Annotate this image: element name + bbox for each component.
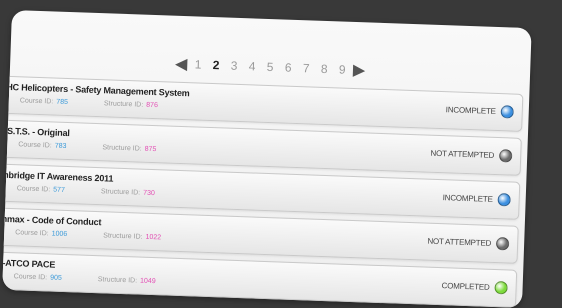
status-dot-icon <box>500 105 514 119</box>
course-id-value: 577 <box>53 186 66 194</box>
structure-id-label: Structure ID: <box>100 188 141 197</box>
page-link-1[interactable]: 1 <box>194 57 201 71</box>
structure-id-value: 1049 <box>139 277 156 286</box>
status-dot-icon <box>495 237 510 251</box>
structure-id-value: 1022 <box>145 233 162 242</box>
structure-id-value: 875 <box>144 145 157 154</box>
course-meta: Course ID: 785 Structure ID: 876 <box>20 97 158 109</box>
course-title: nbridge IT Awareness 2011 <box>3 169 114 184</box>
page-link-4[interactable]: 4 <box>249 59 256 73</box>
prev-page-arrow-icon[interactable]: ◀ <box>175 54 188 74</box>
course-panel: ◀ 1 2 3 4 5 6 7 8 9 ▶ HC Helicopters - S… <box>2 10 532 308</box>
course-meta: Course ID: 577 Structure ID: 730 <box>17 185 155 197</box>
course-status: INCOMPLETE <box>442 193 493 204</box>
page-link-8[interactable]: 8 <box>321 62 328 76</box>
course-id-label: Course ID: <box>18 141 52 150</box>
next-page-arrow-icon[interactable]: ▶ <box>353 60 366 80</box>
structure-id-label: Structure ID: <box>103 100 144 109</box>
course-id-label: Course ID: <box>19 97 54 106</box>
course-id-value: 785 <box>56 98 69 107</box>
structure-id-value: 876 <box>146 101 159 110</box>
course-status: NOT ATTEMPTED <box>430 148 495 160</box>
structure-id-label: Structure ID: <box>103 232 143 241</box>
status-dot-icon <box>498 149 513 163</box>
course-id-value: 783 <box>54 142 67 150</box>
course-id-label: Course ID: <box>16 185 51 194</box>
course-id-label: Course ID: <box>15 229 49 238</box>
course-id-label: Course ID: <box>13 273 48 282</box>
page-link-3[interactable]: 3 <box>231 59 238 73</box>
course-meta: Course ID: 783 Structure ID: 875 <box>18 141 156 153</box>
course-title: nmax - Code of Conduct <box>2 213 102 228</box>
course-status: COMPLETED <box>441 281 490 292</box>
page-link-7[interactable]: 7 <box>303 61 310 75</box>
course-id-value: 1006 <box>51 230 68 239</box>
course-list: HC Helicopters - Safety Management Syste… <box>2 75 524 308</box>
course-title: .S.T.S. - Original <box>4 125 70 139</box>
course-meta: Course ID: 905 Structure ID: 1049 <box>14 273 156 285</box>
page-link-2[interactable]: 2 <box>213 58 220 72</box>
structure-id-value: 730 <box>143 189 155 198</box>
page-link-9[interactable]: 9 <box>339 62 346 76</box>
course-status: INCOMPLETE <box>445 105 496 116</box>
course-status: NOT ATTEMPTED <box>427 236 492 248</box>
course-id-value: 905 <box>50 274 62 282</box>
status-dot-icon <box>494 281 508 295</box>
structure-id-label: Structure ID: <box>102 144 142 153</box>
status-dot-icon <box>497 193 511 207</box>
course-meta: Course ID: 1006 Structure ID: 1022 <box>15 229 161 241</box>
page-link-6[interactable]: 6 <box>285 61 292 75</box>
course-title: HC Helicopters - Safety Management Syste… <box>6 81 190 99</box>
page-link-5[interactable]: 5 <box>267 60 274 74</box>
structure-id-label: Structure ID: <box>97 276 138 285</box>
